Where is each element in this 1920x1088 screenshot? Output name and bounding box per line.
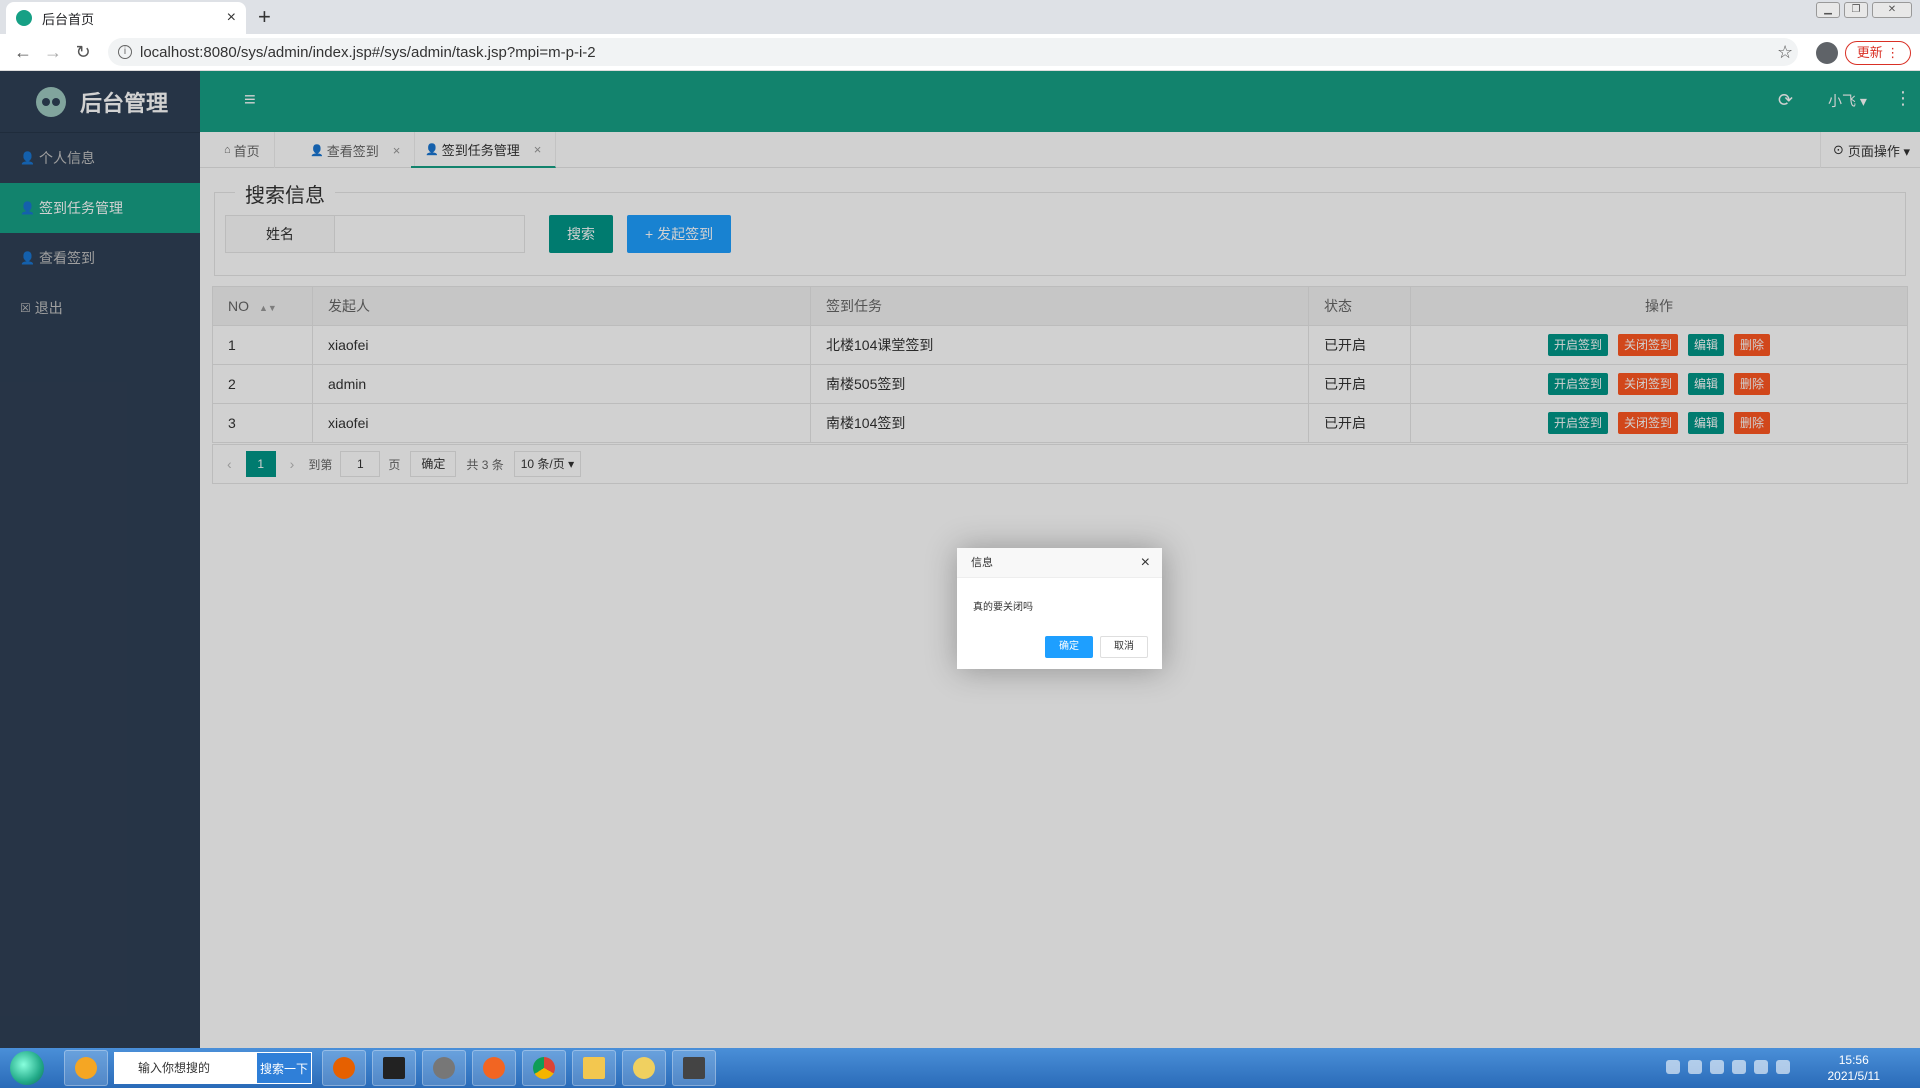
clock-date: 2021/5/11	[1827, 1069, 1881, 1083]
chrome-icon	[533, 1057, 555, 1079]
browser-tab-strip: 后台首页 × + ▁ ❐ ✕	[0, 0, 1920, 34]
app-360-icon	[75, 1057, 97, 1079]
dialog-message: 真的要关闭吗	[973, 602, 1033, 613]
clock-time: 15:56	[1838, 1053, 1869, 1067]
taskbar-app-notes[interactable]	[622, 1050, 666, 1086]
restore-window-button[interactable]: ❐	[1844, 2, 1868, 18]
taskbar-app-photo[interactable]	[422, 1050, 466, 1086]
taskbar-app-terminal[interactable]	[672, 1050, 716, 1086]
taskbar-app-intellij[interactable]	[372, 1050, 416, 1086]
system-tray	[1666, 1060, 1790, 1074]
bookmark-star-icon[interactable]: ☆	[1777, 42, 1793, 63]
os-taskbar: 输入你想搜的 搜索一下 15:56 2021/5/11	[0, 1048, 1920, 1088]
taskbar-app-chrome[interactable]	[522, 1050, 566, 1086]
update-button[interactable]: 更新 ⋮	[1845, 41, 1911, 65]
tray-qq-icon[interactable]	[1732, 1060, 1746, 1074]
minimize-window-button[interactable]: ▁	[1816, 2, 1840, 18]
profile-avatar-icon[interactable]	[1816, 42, 1838, 64]
site-info-icon[interactable]: i	[118, 45, 132, 59]
tray-battery-icon[interactable]	[1710, 1060, 1724, 1074]
url-bar[interactable]: i localhost:8080/sys/admin/index.jsp#/sy…	[108, 38, 1798, 66]
dialog-close-icon[interactable]: ×	[1141, 554, 1150, 572]
url-text[interactable]: localhost:8080/sys/admin/index.jsp#/sys/…	[140, 44, 596, 61]
taskbar-app-firefox[interactable]	[322, 1050, 366, 1086]
window-controls: ▁ ❐ ✕	[1816, 2, 1912, 18]
taskbar-search-input[interactable]: 输入你想搜的	[114, 1052, 256, 1084]
notes-icon	[633, 1057, 655, 1079]
taskbar-app-tool[interactable]	[472, 1050, 516, 1086]
taskbar-app-explorer[interactable]	[572, 1050, 616, 1086]
terminal-icon	[683, 1057, 705, 1079]
taskbar-clock[interactable]: 15:56 2021/5/11	[1828, 1052, 1881, 1084]
taskbar-search-button[interactable]: 搜索一下	[256, 1052, 312, 1084]
dialog-title: 信息	[957, 548, 1162, 578]
tray-help-icon[interactable]	[1688, 1060, 1702, 1074]
new-tab-icon[interactable]: +	[258, 4, 271, 30]
photo-app-icon	[433, 1057, 455, 1079]
tray-volume-icon[interactable]	[1754, 1060, 1768, 1074]
tray-network-icon[interactable]	[1776, 1060, 1790, 1074]
folder-icon	[583, 1057, 605, 1079]
site-favicon-icon	[16, 10, 32, 26]
browser-tab[interactable]: 后台首页 ×	[6, 2, 246, 34]
tray-ime-icon[interactable]	[1666, 1060, 1680, 1074]
intellij-icon	[383, 1057, 405, 1079]
close-window-button[interactable]: ✕	[1872, 2, 1912, 18]
gear-app-icon	[483, 1057, 505, 1079]
firefox-icon	[333, 1057, 355, 1079]
taskbar-search: 输入你想搜的 搜索一下	[114, 1052, 312, 1084]
confirm-dialog: 信息 × 真的要关闭吗 确定 取消	[957, 548, 1162, 669]
dialog-ok-button[interactable]: 确定	[1045, 636, 1093, 658]
address-toolbar: ← → ↻ i localhost:8080/sys/admin/index.j…	[0, 34, 1920, 71]
forward-icon[interactable]: →	[38, 42, 68, 63]
start-button[interactable]	[10, 1051, 44, 1085]
close-tab-icon[interactable]: ×	[227, 9, 236, 27]
taskbar-app-360[interactable]	[64, 1050, 108, 1086]
browser-tab-title: 后台首页	[42, 11, 95, 27]
dialog-cancel-button[interactable]: 取消	[1100, 636, 1148, 658]
back-icon[interactable]: ←	[8, 42, 38, 63]
reload-icon[interactable]: ↻	[68, 42, 98, 63]
